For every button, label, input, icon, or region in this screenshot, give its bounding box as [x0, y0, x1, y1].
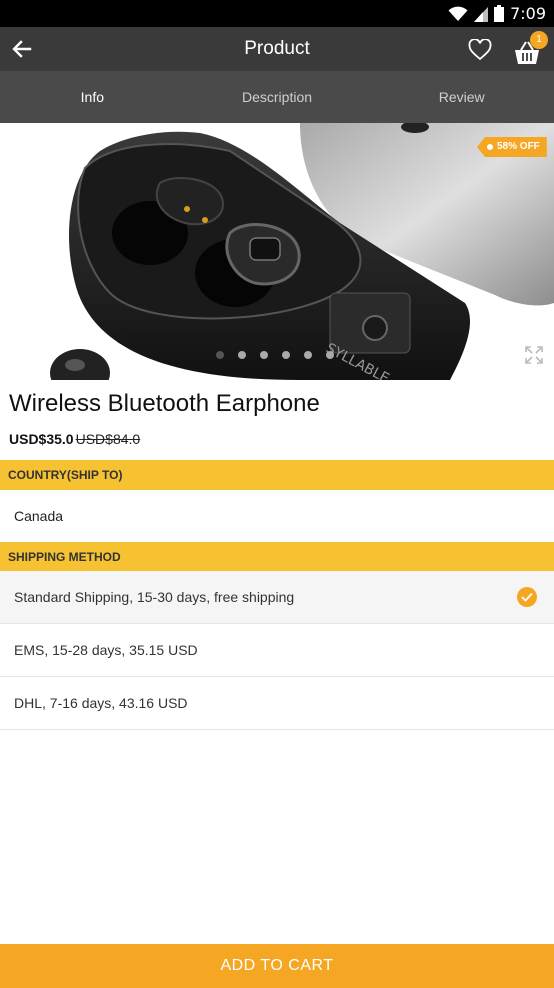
pagination-dot-4[interactable]	[282, 351, 290, 359]
product-image-gallery[interactable]: SYLLABLE 58% OFF	[0, 123, 554, 380]
tab-bar: Info Description Review	[0, 71, 554, 123]
cart-button[interactable]: 1	[513, 31, 548, 65]
heart-icon	[468, 39, 492, 61]
current-price: USD$35.0	[9, 431, 74, 447]
pagination-dot-5[interactable]	[304, 351, 312, 359]
tab-info[interactable]: Info	[0, 71, 185, 123]
discount-badge: 58% OFF	[477, 137, 547, 157]
shipping-option-standard[interactable]: Standard Shipping, 15-30 days, free ship…	[0, 571, 554, 624]
wifi-icon	[448, 6, 468, 21]
clock: 7:09	[510, 4, 546, 23]
status-bar: 7:09	[0, 0, 554, 27]
shipping-option-label: Standard Shipping, 15-30 days, free ship…	[14, 589, 295, 605]
pagination-dot-2[interactable]	[238, 351, 246, 359]
country-selector[interactable]: Canada	[0, 490, 554, 542]
shipping-section-header: SHIPPING METHOD	[0, 542, 554, 572]
tab-description[interactable]: Description	[185, 71, 370, 123]
shipping-option-dhl[interactable]: DHL, 7-16 days, 43.16 USD	[0, 677, 554, 730]
favorite-button[interactable]	[466, 36, 494, 64]
price-row: USD$35.0 USD$84.0	[9, 431, 140, 447]
shipping-option-ems[interactable]: EMS, 15-28 days, 35.15 USD	[0, 624, 554, 677]
back-button[interactable]	[8, 35, 36, 63]
battery-icon	[494, 5, 505, 22]
pagination-dot-3[interactable]	[260, 351, 268, 359]
checkmark-icon	[517, 587, 537, 607]
product-name: Wireless Bluetooth Earphone	[9, 390, 320, 417]
gallery-pagination	[216, 351, 334, 359]
add-to-cart-button[interactable]: ADD TO CART	[0, 944, 554, 988]
country-section-header: COUNTRY(SHIP TO)	[0, 460, 554, 490]
original-price: USD$84.0	[75, 431, 141, 447]
tab-review[interactable]: Review	[369, 71, 554, 123]
pagination-dot-6[interactable]	[326, 351, 334, 359]
arrow-left-icon	[12, 40, 32, 58]
signal-icon	[474, 6, 489, 22]
fullscreen-icon[interactable]	[524, 345, 544, 365]
cart-count-badge: 1	[530, 31, 548, 49]
shipping-option-label: EMS, 15-28 days, 35.15 USD	[14, 642, 198, 658]
product-image: SYLLABLE	[50, 123, 554, 380]
app-bar: Product 1	[0, 27, 554, 71]
pagination-dot-1[interactable]	[216, 351, 224, 359]
shipping-option-label: DHL, 7-16 days, 43.16 USD	[14, 695, 188, 711]
